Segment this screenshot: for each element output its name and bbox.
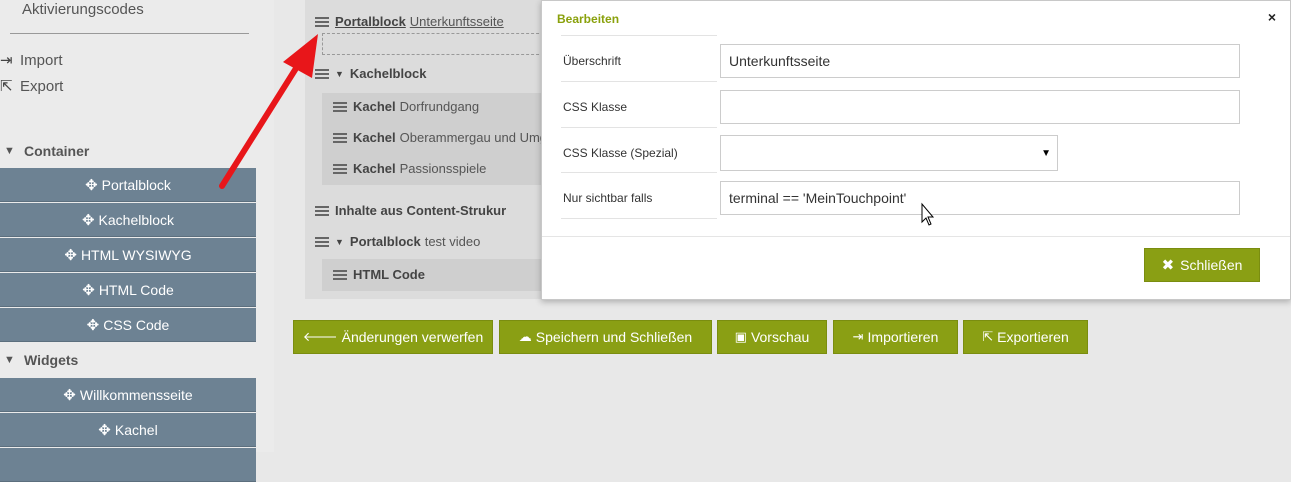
arrow-head <box>283 34 318 78</box>
drag-item-partial[interactable] <box>0 448 256 482</box>
annotation-arrow <box>219 34 935 226</box>
mouse-cursor-icon <box>921 202 935 226</box>
arrow-shaft <box>219 59 303 189</box>
